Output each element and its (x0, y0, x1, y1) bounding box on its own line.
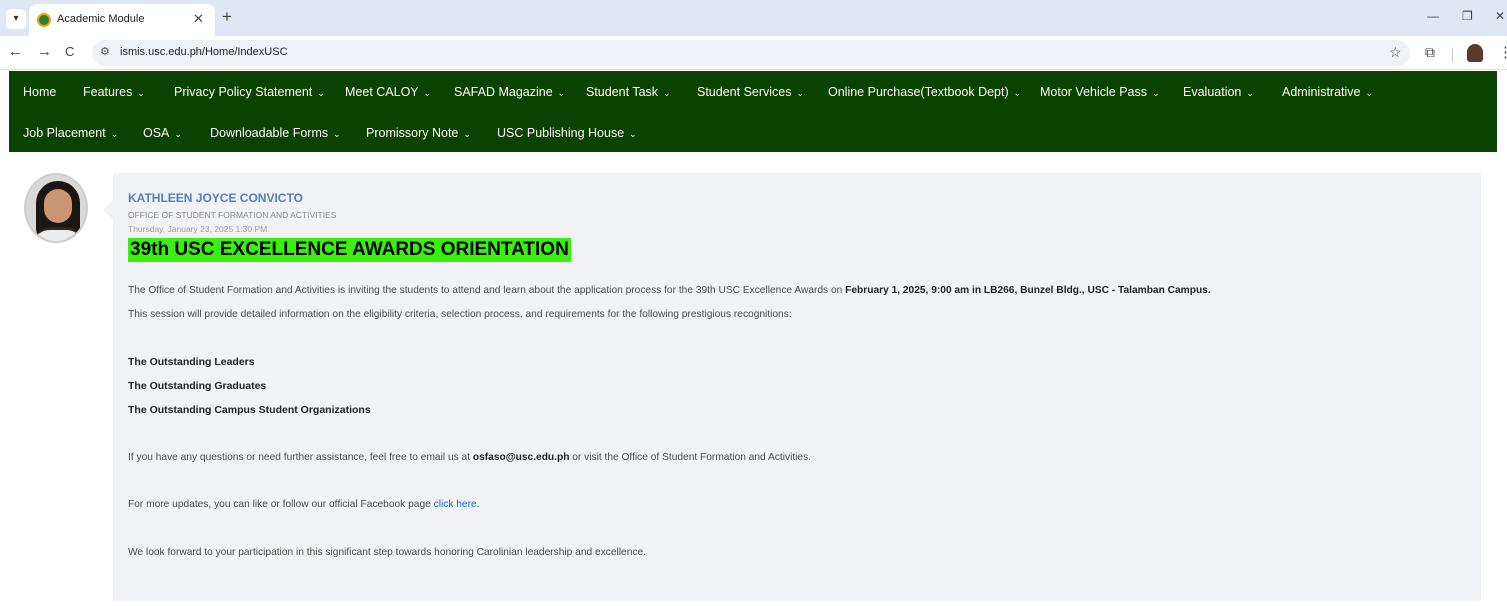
tab-title: Academic Module (57, 13, 145, 25)
url-text[interactable]: ismis.usc.edu.ph/Home/IndexUSC (120, 46, 288, 58)
chevron-down-icon: ⌄ (333, 129, 341, 139)
nav-item-downloadable-forms[interactable]: Downloadable Forms ⌄ (210, 126, 341, 140)
event-details: February 1, 2025, 9:00 am in LB266, Bunz… (845, 285, 1211, 296)
site-info-icon[interactable]: ⚙ (100, 45, 110, 58)
nav-item-privacy-policy[interactable]: Privacy Policy Statement ⌄ (174, 85, 325, 99)
main-navigation: Home Features ⌄ Privacy Policy Statement ⌄… (9, 71, 1497, 152)
nav-item-osa[interactable]: OSA ⌄ (143, 126, 182, 140)
nav-item-administrative[interactable]: Administrative ⌄ (1282, 85, 1373, 99)
chevron-down-icon: ⌄ (137, 88, 145, 98)
chevron-down-icon: ⌄ (796, 88, 805, 98)
questions-paragraph: If you have any questions or need furthe… (128, 452, 812, 463)
chevron-down-icon: ⌄ (1013, 88, 1022, 98)
contact-email: osfaso@usc.edu.ph (472, 452, 570, 463)
chevron-down-icon: ⌄ (317, 88, 325, 98)
chevron-down-icon: ⌄ (1365, 88, 1374, 98)
chevron-down-icon: ⌄ (1246, 88, 1254, 98)
site-favicon-icon (37, 13, 51, 27)
award-item: The Outstanding Campus Student Organizat… (128, 404, 371, 416)
bookmark-star-icon[interactable]: ☆ (1389, 44, 1402, 61)
award-item: The Outstanding Leaders (128, 356, 255, 368)
nav-item-job-placement[interactable]: Job Placement ⌄ (23, 126, 118, 140)
chevron-down-icon: ⌄ (629, 129, 637, 139)
forward-icon[interactable]: → (37, 43, 52, 60)
post-office: OFFICE OF STUDENT FORMATION AND ACTIVITI… (128, 210, 337, 220)
back-icon[interactable]: ← (8, 43, 23, 60)
avatar-face-shape (44, 189, 72, 223)
nav-item-evaluation[interactable]: Evaluation ⌄ (1183, 85, 1254, 99)
nav-item-online-purchase[interactable]: Online Purchase(Textbook Dept) ⌄ (828, 85, 1021, 99)
profile-avatar-icon[interactable] (1467, 44, 1483, 62)
chevron-down-icon: ⌄ (663, 88, 671, 98)
more-menu-icon[interactable]: ⋮ (1498, 43, 1507, 61)
browser-tab[interactable]: Academic Module ✕ (29, 4, 215, 36)
browser-toolbar: ← → C ⚙ ismis.usc.edu.ph/Home/IndexUSC ☆… (0, 36, 1507, 70)
session-paragraph: This session will provide detailed infor… (128, 309, 792, 320)
updates-paragraph: For more updates, you can like or follow… (128, 499, 480, 510)
nav-item-motor-vehicle-pass[interactable]: Motor Vehicle Pass ⌄ (1040, 85, 1160, 99)
post-headline: 39th USC EXCELLENCE AWARDS ORIENTATION (128, 238, 571, 262)
toolbar-divider (1452, 48, 1453, 62)
nav-item-home[interactable]: Home (23, 85, 56, 99)
chevron-down-icon: ⌄ (423, 88, 432, 98)
intro-paragraph: The Office of Student Formation and Acti… (128, 285, 1211, 296)
restore-icon[interactable]: ❐ (1462, 9, 1473, 23)
minimize-icon[interactable]: — (1427, 9, 1439, 23)
nav-item-usc-publishing-house[interactable]: USC Publishing House ⌄ (497, 126, 637, 140)
chevron-down-icon: ⌄ (110, 129, 119, 139)
nav-item-features[interactable]: Features ⌄ (83, 85, 145, 99)
chevron-down-icon: ⌄ (174, 129, 182, 139)
closing-paragraph: We look forward to your participation in… (128, 547, 646, 558)
nav-item-safad-magazine[interactable]: SAFAD Magazine ⌄ (454, 85, 565, 99)
post-date: Thursday, January 23, 2025 1:30 PM (128, 224, 268, 234)
close-window-icon[interactable]: ✕ (1495, 9, 1505, 23)
chevron-down-icon: ⌄ (1152, 88, 1160, 98)
chevron-down-icon: ⌄ (557, 88, 566, 98)
new-tab-icon[interactable]: + (222, 7, 232, 27)
facebook-link[interactable]: click here (434, 499, 477, 510)
nav-item-meet-caloy[interactable]: Meet CALOY ⌄ (345, 85, 431, 99)
nav-item-student-task[interactable]: Student Task ⌄ (586, 85, 671, 99)
tab-close-icon[interactable]: ✕ (193, 11, 204, 27)
reload-icon[interactable]: C (65, 44, 74, 59)
post-pointer (103, 200, 113, 220)
extensions-icon[interactable]: ⧉ (1425, 44, 1435, 61)
avatar-shirt-shape (34, 227, 82, 241)
address-bar[interactable]: ⚙ ismis.usc.edu.ph/Home/IndexUSC ☆ (92, 40, 1410, 66)
chevron-down-icon: ⌄ (463, 129, 471, 139)
tab-search-button[interactable]: ▾ (6, 9, 26, 29)
award-item: The Outstanding Graduates (128, 380, 267, 392)
author-avatar (24, 173, 88, 243)
browser-tab-bar: ▾ Academic Module ✕ + — ❐ ✕ (0, 0, 1507, 36)
post-author[interactable]: KATHLEEN JOYCE CONVICTO (128, 191, 303, 205)
nav-item-promissory-note[interactable]: Promissory Note ⌄ (366, 126, 471, 140)
nav-item-student-services[interactable]: Student Services ⌄ (697, 85, 804, 99)
